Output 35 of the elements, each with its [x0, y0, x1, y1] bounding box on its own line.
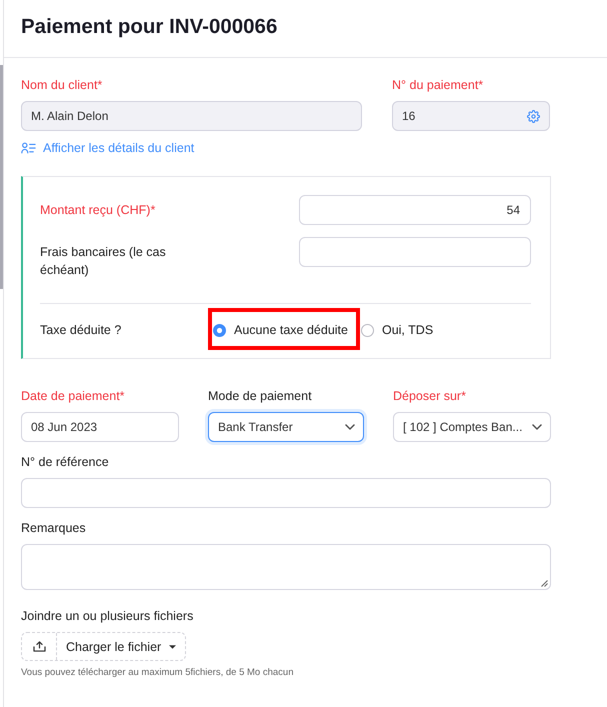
upload-hint: Vous pouvez télécharger au maximum 5fichiers, de 5 Mo chacun [21, 667, 294, 679]
dropdown-field[interactable]: Bank Transfer [208, 412, 364, 442]
radio-option[interactable]: Aucune taxe déduite [213, 323, 348, 337]
chevron-down-icon [345, 424, 355, 430]
radio-option[interactable]: Oui, TDS [360, 323, 434, 337]
scrollbar-thumb[interactable] [0, 65, 3, 289]
field-label: Montant reçu (CHF)* [40, 202, 156, 219]
caret-down-icon [169, 644, 176, 648]
upload-icon [33, 641, 46, 652]
radio-icon[interactable] [360, 324, 374, 336]
contact-list-icon [21, 142, 36, 154]
field-label: N° de référence [21, 454, 109, 470]
field-label: Joindre un ou plusieurs fichiers [21, 608, 194, 624]
field-label: Taxe déduite ? [40, 322, 122, 338]
chevron-down-icon [532, 424, 542, 430]
upload-menu-button[interactable]: Charger le fichier [56, 633, 186, 660]
customer-name-field[interactable]: M. Alain Delon [21, 101, 362, 131]
reference-field[interactable] [21, 478, 551, 508]
field-label: Date de paiement* [21, 388, 125, 404]
field-label: Frais bancaires (le cas échéant) [40, 244, 167, 279]
resize-grip-icon[interactable] [541, 580, 548, 587]
field-label: Mode de paiement [208, 388, 312, 404]
notes-field[interactable] [21, 544, 551, 590]
field-label: Remarques [21, 520, 86, 536]
field-label: N° du paiement* [392, 77, 484, 93]
gear-icon[interactable] [527, 110, 540, 122]
field-label: Déposer sur* [393, 388, 466, 404]
amount-field[interactable]: 54 [299, 195, 531, 225]
date-field[interactable]: 08 Jun 2023 [21, 412, 179, 442]
bank-fees-field[interactable] [299, 237, 531, 267]
radio-icon[interactable] [213, 324, 226, 336]
field-label: Nom du client* [21, 77, 102, 93]
dropdown-field[interactable]: [ 102 ] Comptes Ban... [393, 412, 551, 442]
payment-number-field[interactable]: 16 [392, 101, 550, 131]
page-title: Paiement pour INV-000066 [21, 14, 278, 38]
